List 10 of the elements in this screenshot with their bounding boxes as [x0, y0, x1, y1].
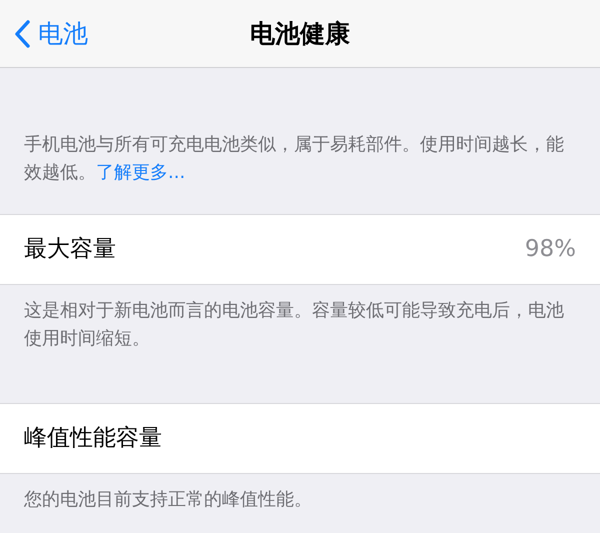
screen-title: 电池健康 — [250, 18, 350, 50]
back-button[interactable]: 电池 — [0, 14, 88, 52]
row-value: 98% — [524, 235, 576, 264]
section-footer: 这是相对于新电池而言的电池容量。容量较低可能导致充电后，电池使用时间缩短。 — [0, 285, 600, 353]
intro-text: 手机电池与所有可充电电池类似，属于易耗部件。使用时间越长，能效越低。了解更多... — [23, 133, 565, 185]
section-footer: 您的电池目前支持正常的峰值性能。 — [0, 474, 600, 514]
row-label: 峰值性能容量 — [24, 424, 162, 454]
back-chevron-icon — [14, 20, 30, 48]
learn-more-link[interactable]: 了解更多... — [96, 162, 186, 183]
row-label: 最大容量 — [24, 235, 116, 264]
